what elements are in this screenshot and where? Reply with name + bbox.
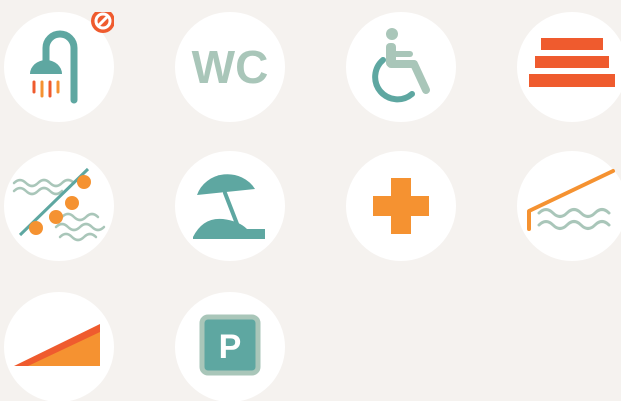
- wc-label: WC: [192, 41, 269, 93]
- wheelchair-accessible-icon: [372, 28, 430, 103]
- ramp-slope-icon: [14, 324, 100, 366]
- shower-not-allowed-icon: [30, 12, 114, 104]
- amenity-icon-grid: WC P: [0, 0, 621, 401]
- shower-tile: [4, 12, 114, 122]
- ramp-tile: [4, 292, 114, 401]
- first-aid-cross-icon: [373, 178, 429, 234]
- parking-tile: P: [175, 292, 285, 401]
- pool-ladder-tile: [517, 151, 621, 261]
- beach-umbrella-tile: [175, 151, 285, 261]
- beach-umbrella-icon: [193, 174, 265, 239]
- stairs-tile: [517, 12, 621, 122]
- swim-lane-buoy-rope-icon: [12, 167, 106, 242]
- wheelchair-tile: [346, 12, 456, 122]
- parking-icon: P: [199, 314, 261, 376]
- wc-tile: WC: [175, 12, 285, 122]
- first-aid-tile: [346, 151, 456, 261]
- stairs-icon: [529, 38, 615, 87]
- pool-ladder-ramp-icon: [527, 169, 615, 231]
- swim-lane-tile: [4, 151, 114, 261]
- parking-label: P: [219, 328, 242, 366]
- wc-icon: WC: [192, 41, 269, 93]
